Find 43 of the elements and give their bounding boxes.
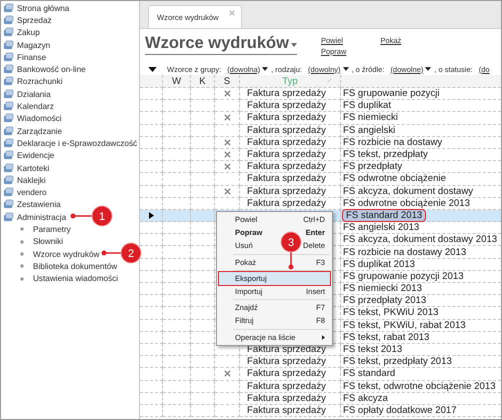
table-cell: Faktura sprzedaży: [247, 136, 326, 148]
table-cell: FS niemiecki: [343, 112, 398, 124]
table-cell: FS grupowanie pozycji 2013: [343, 270, 464, 282]
table-cell: FS akcyza: [343, 392, 388, 404]
table-cell: FS duplikat: [343, 100, 391, 112]
table-cell: FS akcyza, dokument dostawy: [343, 186, 474, 197]
table-cell: Faktura sprzedaży: [247, 380, 326, 392]
table-cell: FS opłaty dodatkowe 2017: [343, 404, 457, 416]
table-cell: FS przedpłaty: [343, 161, 402, 172]
table-cell: Faktura sprzedaży: [247, 344, 326, 356]
table-cell: FS rozbicie na dostawy: [343, 136, 442, 148]
table-cell: FS angielski 2013: [343, 222, 420, 234]
table-cell: FS tekst, PKWiU 2013: [343, 307, 438, 318]
table-cell: Faktura sprzedaży: [247, 173, 326, 184]
table-cell: Faktura sprzedaży: [247, 124, 326, 136]
table-cell: FS duplikat 2013: [343, 258, 415, 270]
table-cell: FS niemiecki 2013: [343, 283, 422, 294]
table-cell: FS grupowanie pozycji: [343, 88, 440, 100]
table-cell: Faktura sprzedaży: [247, 356, 326, 368]
table-cell: Faktura sprzedaży: [247, 368, 326, 380]
table-cell: Faktura sprzedaży: [247, 186, 326, 197]
table-cell: Faktura sprzedaży: [247, 100, 326, 112]
table-cell: FS standard: [343, 368, 396, 380]
table-cell: Faktura sprzedaży: [247, 198, 326, 209]
table-cell: FS rozbicie na dostawy 2013: [343, 246, 466, 258]
table-cell: FS akcyza, dokument dostawy 2013: [343, 234, 498, 246]
table-cell: FS tekst 2013: [343, 344, 402, 356]
table-cell: FS tekst, odwrotne obciążenie 2013: [343, 380, 496, 392]
table-cell: FS odwrotne obciążenie: [343, 173, 446, 184]
table-cell: Faktura sprzedaży: [247, 88, 326, 100]
table-cell: Faktura sprzedaży: [247, 112, 326, 124]
table-cell: Faktura sprzedaży: [247, 149, 326, 160]
table-cell: Faktura sprzedaży: [247, 161, 326, 172]
table-cell: FS przedpłaty 2013: [343, 295, 426, 306]
table-cell: Faktura sprzedaży: [247, 392, 326, 404]
table-cell: FS tekst, rabat 2013: [343, 332, 430, 343]
table-cell: Faktura sprzedaży: [247, 404, 326, 416]
table-cell: FS angielski: [343, 124, 396, 136]
table-cell: FS tekst, przedpłaty: [343, 149, 428, 160]
table-cell: FS tekst, przedpłaty 2013: [343, 356, 452, 368]
table-cell: FS tekst, PKWiU, rabat 2013: [343, 320, 466, 331]
table-cell: FS standard 2013: [343, 210, 426, 221]
table-cell: FS odwrotne obciążenie 2013: [343, 198, 470, 209]
